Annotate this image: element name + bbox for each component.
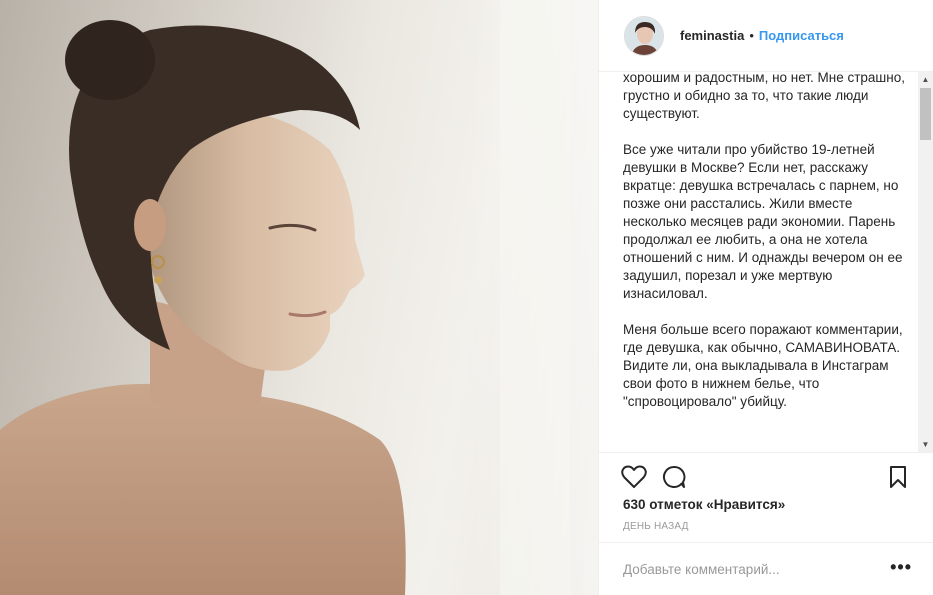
portrait-image [0,0,598,595]
scroll-up-arrow-icon[interactable]: ▲ [918,72,933,87]
caption-scroll-area[interactable]: хорошим и радостным, но нет. Мне страшно… [599,72,933,452]
more-options-icon[interactable]: ••• [890,558,912,576]
post-panel: feminastia • Подписаться хорошим и радос… [598,0,933,595]
likes-count[interactable]: 630 отметок «Нравится» [623,497,785,512]
post-photo[interactable] [0,0,598,595]
caption-paragraph: хорошим и радостным, но нет. Мне страшно… [623,72,905,121]
username-link[interactable]: feminastia [680,28,744,43]
speech-bubble-icon[interactable] [660,463,688,491]
comment-bar: ••• [599,542,933,595]
post-actions [599,452,933,500]
post-header: feminastia • Подписаться [599,0,933,72]
scroll-down-arrow-icon[interactable]: ▼ [918,437,933,452]
bookmark-icon[interactable] [884,463,912,491]
avatar[interactable] [624,15,664,56]
caption-paragraph: Меня больше всего поражают комментарии, … [623,322,903,409]
avatar-image [625,16,663,55]
post-timestamp[interactable]: день назад [623,521,689,532]
caption-scrollbar[interactable]: ▲ ▼ [918,72,933,452]
caption-paragraph: Все уже читали про убийство 19-летней де… [623,142,903,301]
separator-dot: • [749,28,754,43]
heart-icon[interactable] [620,463,648,491]
follow-button[interactable]: Подписаться [759,28,844,43]
comment-input[interactable] [623,561,873,577]
caption-text: хорошим и радостным, но нет. Мне страшно… [623,72,909,429]
scrollbar-thumb[interactable] [920,88,931,140]
